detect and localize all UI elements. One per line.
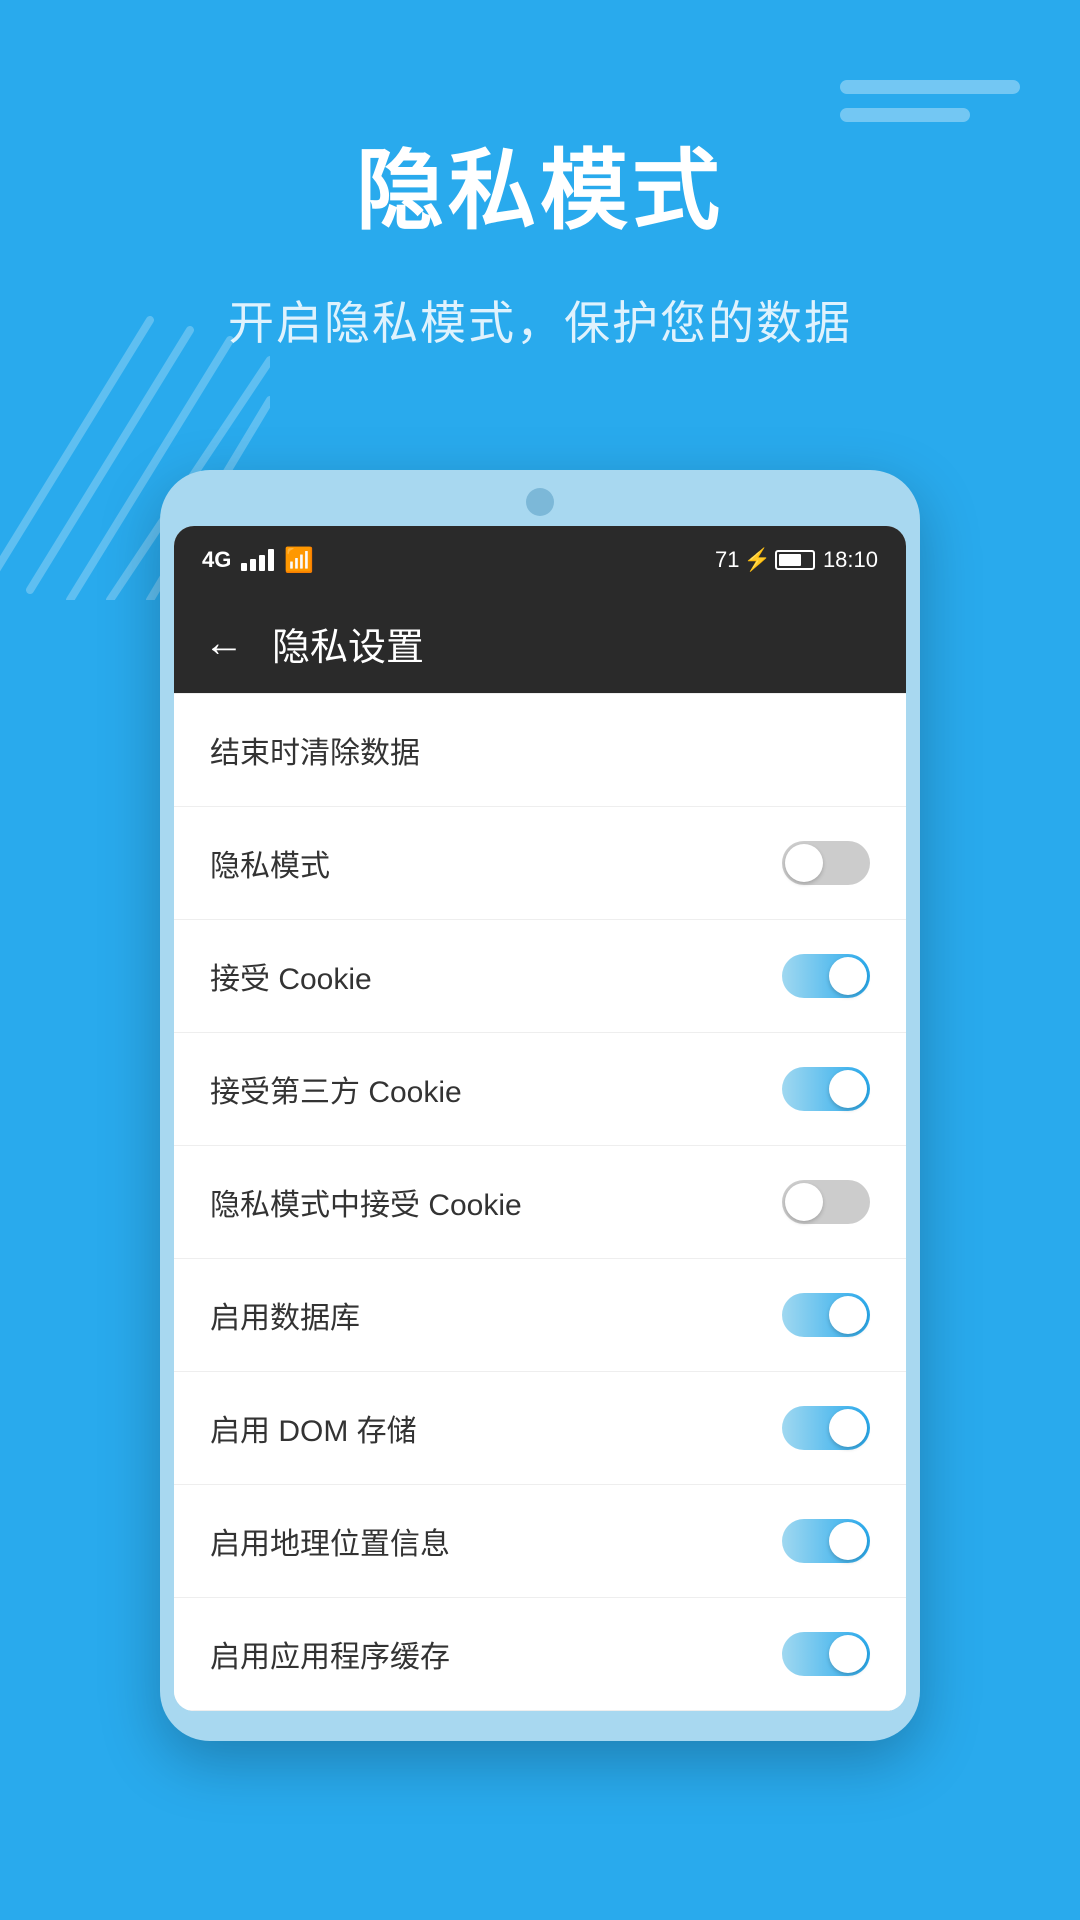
settings-item-accept-cookie: 接受 Cookie [174, 920, 906, 1033]
battery-indicator: 71 ⚡ [715, 547, 815, 573]
header-area: 隐私模式 开启隐私模式，保护您的数据 [0, 0, 1080, 353]
toggle-database[interactable] [782, 1293, 870, 1337]
item-label-third-party-cookie: 接受第三方 Cookie [210, 1067, 462, 1111]
item-label-app-cache: 启用应用程序缓存 [210, 1632, 450, 1676]
network-indicator: 4G [202, 547, 231, 573]
status-time: 18:10 [823, 547, 878, 573]
wifi-icon: 📶 [284, 546, 314, 575]
settings-list: 结束时清除数据 隐私模式 接受 Cookie [174, 693, 906, 1711]
item-label-geolocation: 启用地理位置信息 [210, 1519, 450, 1563]
item-label-dom-storage: 启用 DOM 存储 [210, 1406, 417, 1450]
settings-item-dom-storage: 启用 DOM 存储 [174, 1372, 906, 1485]
nav-bar: ← 隐私设置 [174, 594, 906, 693]
settings-item-app-cache: 启用应用程序缓存 [174, 1598, 906, 1711]
phone-frame: 4G 📶 71 ⚡ [160, 470, 920, 1741]
item-label-privacy-cookie: 隐私模式中接受 Cookie [210, 1180, 522, 1224]
settings-item-geolocation: 启用地理位置信息 [174, 1485, 906, 1598]
item-label-accept-cookie: 接受 Cookie [210, 954, 372, 998]
battery-percent: 71 [715, 547, 739, 573]
charging-icon: ⚡ [744, 547, 771, 573]
nav-title: 隐私设置 [272, 616, 424, 671]
toggle-privacy-cookie[interactable] [782, 1180, 870, 1224]
settings-item-database: 启用数据库 [174, 1259, 906, 1372]
status-right: 71 ⚡ 18:10 [715, 547, 878, 573]
toggle-privacy-mode[interactable] [782, 841, 870, 885]
toggle-accept-cookie[interactable] [782, 954, 870, 998]
status-bar: 4G 📶 71 ⚡ [174, 526, 906, 594]
toggle-third-party-cookie[interactable] [782, 1067, 870, 1111]
toggle-app-cache[interactable] [782, 1632, 870, 1676]
back-button[interactable]: ← [204, 621, 244, 666]
toggle-dom-storage[interactable] [782, 1406, 870, 1450]
settings-item-privacy-cookie: 隐私模式中接受 Cookie [174, 1146, 906, 1259]
settings-item-third-party-cookie: 接受第三方 Cookie [174, 1033, 906, 1146]
status-left: 4G 📶 [202, 546, 314, 575]
settings-item-clear-on-exit[interactable]: 结束时清除数据 [174, 693, 906, 807]
page-title: 隐私模式 [0, 120, 1080, 247]
settings-item-privacy-mode: 隐私模式 [174, 807, 906, 920]
signal-icon [241, 549, 274, 571]
item-label-privacy-mode: 隐私模式 [210, 841, 330, 885]
page-subtitle: 开启隐私模式，保护您的数据 [0, 287, 1080, 353]
phone-screen: 4G 📶 71 ⚡ [174, 526, 906, 1711]
toggle-geolocation[interactable] [782, 1519, 870, 1563]
phone-mockup: 4G 📶 71 ⚡ [160, 470, 920, 1741]
item-label-database: 启用数据库 [210, 1293, 360, 1337]
item-label-clear-on-exit: 结束时清除数据 [210, 728, 420, 772]
phone-camera [526, 488, 554, 516]
